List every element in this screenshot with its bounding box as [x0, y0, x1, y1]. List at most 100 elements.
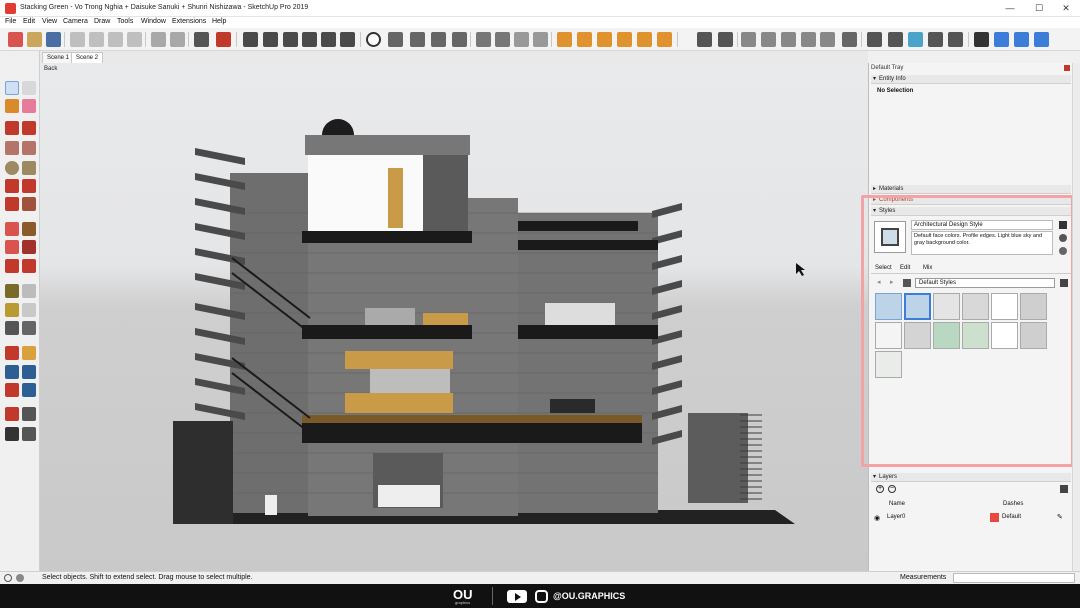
style-name-field[interactable]: Architectural Design Style	[911, 220, 1053, 230]
xray-icon[interactable]	[476, 32, 491, 47]
walk-icon[interactable]	[388, 32, 403, 47]
style-swatch[interactable]	[875, 351, 902, 378]
tab-scene-1[interactable]: Scene 1	[42, 52, 75, 63]
push-pull-icon[interactable]	[22, 222, 36, 236]
look-around-icon[interactable]	[410, 32, 425, 47]
shaded-icon[interactable]	[533, 32, 548, 47]
forward-arrow-icon[interactable]: ▸	[890, 279, 897, 286]
style-swatch[interactable]	[1020, 293, 1047, 320]
line-icon[interactable]	[5, 121, 19, 135]
menu-help[interactable]: Help	[212, 18, 226, 25]
position-camera-tool-icon[interactable]	[5, 407, 19, 421]
styles-header[interactable]: Styles	[871, 207, 1071, 216]
position-camera-icon[interactable]	[431, 32, 446, 47]
select-arrow-icon[interactable]	[5, 81, 19, 95]
tape-measure-icon[interactable]	[5, 284, 19, 298]
layer-row-dashes[interactable]: Default	[1002, 514, 1021, 520]
front-view-icon[interactable]	[283, 32, 298, 47]
new-icon[interactable]	[8, 32, 23, 47]
photo-texture-icon[interactable]	[948, 32, 963, 47]
follow-me-icon[interactable]	[22, 240, 36, 254]
zoom-extents-icon[interactable]	[5, 383, 19, 397]
smoove-icon[interactable]	[597, 32, 612, 47]
style-view-icon[interactable]	[1014, 32, 1029, 47]
wireframe-icon[interactable]	[495, 32, 510, 47]
layer-color-swatch[interactable]	[990, 513, 999, 522]
style-builder-icon[interactable]	[994, 32, 1009, 47]
redo-icon[interactable]	[170, 32, 185, 47]
visibility-eye-icon[interactable]: ◉	[874, 514, 880, 522]
layer-row-name[interactable]: Layer0	[887, 514, 905, 520]
tab-select[interactable]: Select	[875, 265, 892, 271]
zoom-window-icon[interactable]	[22, 365, 36, 379]
components-header[interactable]: Components	[871, 196, 1071, 205]
arc-icon[interactable]	[5, 179, 19, 193]
pie-icon[interactable]	[22, 197, 36, 211]
camera-icon[interactable]	[366, 32, 381, 47]
sandbox-icon[interactable]	[557, 32, 572, 47]
terrain-icon[interactable]	[577, 32, 592, 47]
style-swatch[interactable]	[875, 293, 902, 320]
style-swatch[interactable]	[962, 293, 989, 320]
tab-mix[interactable]: Mix	[923, 265, 932, 271]
style-swatch[interactable]	[875, 322, 902, 349]
three-point-arc-icon[interactable]	[5, 197, 19, 211]
pan-icon[interactable]	[22, 346, 36, 360]
drape-icon[interactable]	[637, 32, 652, 47]
move-axes-icon[interactable]	[974, 32, 989, 47]
undo-icon[interactable]	[151, 32, 166, 47]
left-view-icon[interactable]	[340, 32, 355, 47]
groups-icon[interactable]	[718, 32, 733, 47]
style-description-field[interactable]: Default face colors. Profile edges. Ligh…	[911, 231, 1053, 255]
style-collection-select[interactable]: Default Styles	[915, 278, 1055, 288]
orbit-icon[interactable]	[5, 346, 19, 360]
style-swatch[interactable]	[991, 322, 1018, 349]
add-detail-icon[interactable]	[657, 32, 672, 47]
protractor-icon[interactable]	[5, 303, 19, 317]
tab-scene-2[interactable]: Scene 2	[71, 52, 104, 63]
look-around-tool-icon[interactable]	[22, 407, 36, 421]
dimension-icon[interactable]	[22, 284, 36, 298]
layers-header[interactable]: Layers	[871, 473, 1071, 482]
style-edit-icon[interactable]	[1034, 32, 1049, 47]
make-component-icon[interactable]	[22, 81, 36, 95]
top-view-icon[interactable]	[263, 32, 278, 47]
style-swatch[interactable]	[933, 322, 960, 349]
model-viewport[interactable]: Back	[40, 63, 868, 571]
warehouse-icon[interactable]	[867, 32, 882, 47]
print-icon[interactable]	[194, 32, 209, 47]
remove-layer-icon[interactable]: −	[888, 485, 896, 493]
walk-tool-icon[interactable]	[5, 427, 19, 441]
iso-view-icon[interactable]	[243, 32, 258, 47]
copy-icon[interactable]	[89, 32, 104, 47]
paste-icon[interactable]	[108, 32, 123, 47]
3d-text-icon[interactable]	[22, 321, 36, 335]
refresh-icon[interactable]	[1059, 247, 1067, 255]
tray-close-icon[interactable]	[1064, 65, 1070, 71]
back-view-icon[interactable]	[321, 32, 336, 47]
geo-location-icon[interactable]	[4, 574, 12, 582]
save-icon[interactable]	[46, 32, 61, 47]
style-swatch[interactable]	[933, 293, 960, 320]
style-swatch[interactable]	[991, 293, 1018, 320]
solid-trim-icon[interactable]	[781, 32, 796, 47]
right-view-icon[interactable]	[302, 32, 317, 47]
open-icon[interactable]	[27, 32, 42, 47]
solid-split-icon[interactable]	[801, 32, 816, 47]
menu-file[interactable]: File	[5, 18, 16, 25]
move-icon[interactable]	[5, 222, 19, 236]
entity-info-header[interactable]: Entity Info	[871, 75, 1071, 84]
scale-icon[interactable]	[5, 259, 19, 273]
circle-icon[interactable]	[5, 161, 19, 175]
update-style-icon[interactable]	[1059, 234, 1067, 242]
extension-warehouse-icon[interactable]	[908, 32, 923, 47]
back-arrow-icon[interactable]: ◂	[877, 279, 884, 286]
paint-bucket-icon[interactable]	[5, 99, 19, 113]
menu-view[interactable]: View	[42, 18, 57, 25]
offset-icon[interactable]	[22, 259, 36, 273]
share-model-icon[interactable]	[888, 32, 903, 47]
section-plane-icon[interactable]	[452, 32, 467, 47]
model-info-icon[interactable]	[216, 32, 231, 47]
outer-shell-icon[interactable]	[842, 32, 857, 47]
section-plane-tool-icon[interactable]	[22, 427, 36, 441]
